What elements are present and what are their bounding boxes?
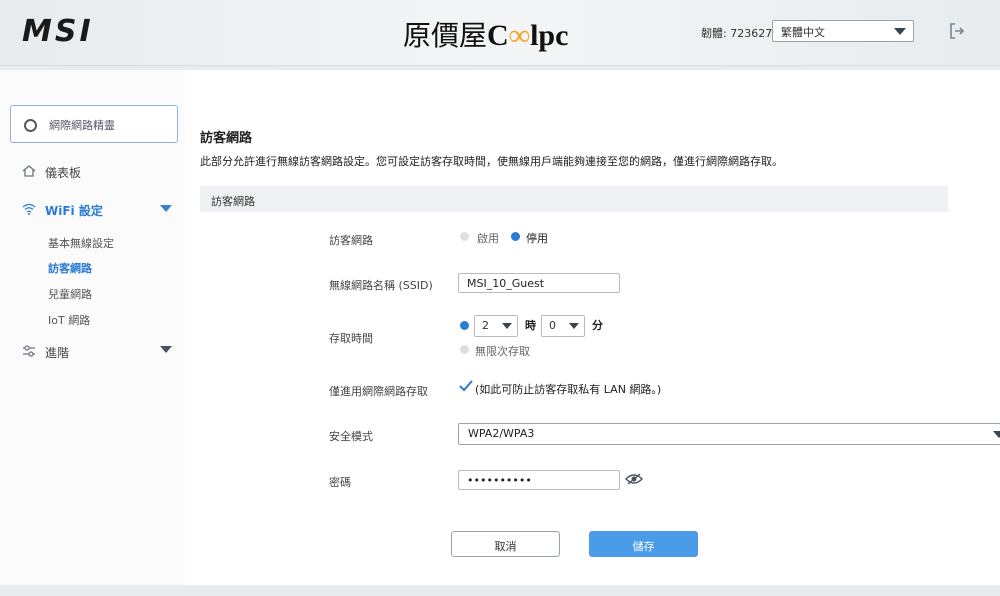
hours-unit: 時 xyxy=(525,319,536,332)
sidebar-item-kids-network[interactable]: 兒童網路 xyxy=(48,286,92,302)
internet-wizard-button[interactable]: 網際網路精靈 xyxy=(10,105,178,143)
enable-radio[interactable] xyxy=(460,232,469,241)
sidebar: 網際網路精靈 儀表板 WiFi 設定 基本無線設定 訪客網路 兒童網路 IoT … xyxy=(0,70,185,585)
checkmark-icon[interactable] xyxy=(459,380,473,392)
unlimited-access-radio[interactable] xyxy=(460,345,469,354)
minutes-select[interactable]: 0 xyxy=(541,315,585,337)
sliders-icon xyxy=(23,345,35,357)
gear-icon xyxy=(24,119,37,132)
chevron-down-icon[interactable] xyxy=(160,205,172,212)
unlimited-access-label: 無限次存取 xyxy=(475,345,530,358)
dashboard-label: 儀表板 xyxy=(45,166,82,180)
security-mode-value: WPA2/WPA3 xyxy=(468,427,535,440)
advanced-label: 進階 xyxy=(45,346,70,360)
logout-icon[interactable] xyxy=(948,22,966,40)
hours-value: 2 xyxy=(482,319,489,332)
minutes-value: 0 xyxy=(549,319,556,332)
password-input[interactable]: •••••••••• xyxy=(458,470,620,490)
internet-only-note: (如此可防止訪客存取私有 LAN 網路。) xyxy=(475,383,662,396)
wifi-icon xyxy=(22,203,36,215)
wifi-settings-label: WiFi 設定 xyxy=(45,204,103,218)
guest-network-label: 訪客網路 xyxy=(329,234,373,247)
brand-logo: 原價屋C∞lpc xyxy=(403,14,568,54)
disable-radio[interactable] xyxy=(511,232,520,241)
sidebar-item-basic-wireless[interactable]: 基本無線設定 xyxy=(48,235,114,251)
page-description: 此部分允許進行無線訪客網路設定。您可設定訪客存取時間，使無線用戶端能夠連接至您的… xyxy=(200,155,783,168)
chevron-down-icon xyxy=(502,323,512,329)
chevron-down-icon xyxy=(894,28,906,35)
language-select[interactable]: 繁體中文 xyxy=(772,20,914,42)
brand-cool: C∞lpc xyxy=(487,19,569,52)
ssid-input[interactable]: MSI_10_Guest xyxy=(458,273,620,293)
enable-radio-label: 啟用 xyxy=(477,232,499,245)
page-title: 訪客網路 xyxy=(200,131,253,146)
top-header: MSI 原價屋C∞lpc 韌體: 723627 繁體中文 xyxy=(0,0,1000,66)
eye-slash-icon[interactable] xyxy=(625,473,643,485)
section-header: 訪客網路 xyxy=(200,186,948,212)
internet-only-label: 僅進用網際網路存取 xyxy=(329,385,428,398)
msi-logo: MSI xyxy=(22,14,94,49)
security-mode-select[interactable]: WPA2/WPA3 xyxy=(458,423,1000,445)
firmware-id: 韌體: 723627 xyxy=(701,27,773,40)
cancel-button[interactable]: 取消 xyxy=(451,531,560,557)
content-panel: 網際網路精靈 儀表板 WiFi 設定 基本無線設定 訪客網路 兒童網路 IoT … xyxy=(0,70,1000,585)
access-time-label: 存取時間 xyxy=(329,332,373,345)
sidebar-item-iot-network[interactable]: IoT 網路 xyxy=(48,312,90,328)
security-mode-label: 安全模式 xyxy=(329,430,373,443)
main-content: 訪客網路 此部分允許進行無線訪客網路設定。您可設定訪客存取時間，使無線用戶端能夠… xyxy=(200,70,1000,585)
hours-select[interactable]: 2 xyxy=(474,315,518,337)
timed-access-radio[interactable] xyxy=(460,321,469,330)
wizard-label: 網際網路精靈 xyxy=(49,119,115,132)
home-icon xyxy=(22,165,36,177)
password-label: 密碼 xyxy=(329,476,351,489)
chevron-down-icon xyxy=(993,431,1000,438)
brand-text: 原價屋 xyxy=(403,19,488,52)
sidebar-item-guest-network[interactable]: 訪客網路 xyxy=(48,260,92,276)
save-button[interactable]: 儲存 xyxy=(589,531,698,557)
chevron-down-icon[interactable] xyxy=(160,346,172,353)
ssid-label: 無線網路名稱 (SSID) xyxy=(329,279,433,292)
language-value: 繁體中文 xyxy=(781,26,825,39)
disable-radio-label: 停用 xyxy=(526,232,548,245)
minutes-unit: 分 xyxy=(592,319,603,332)
chevron-down-icon xyxy=(569,323,579,329)
